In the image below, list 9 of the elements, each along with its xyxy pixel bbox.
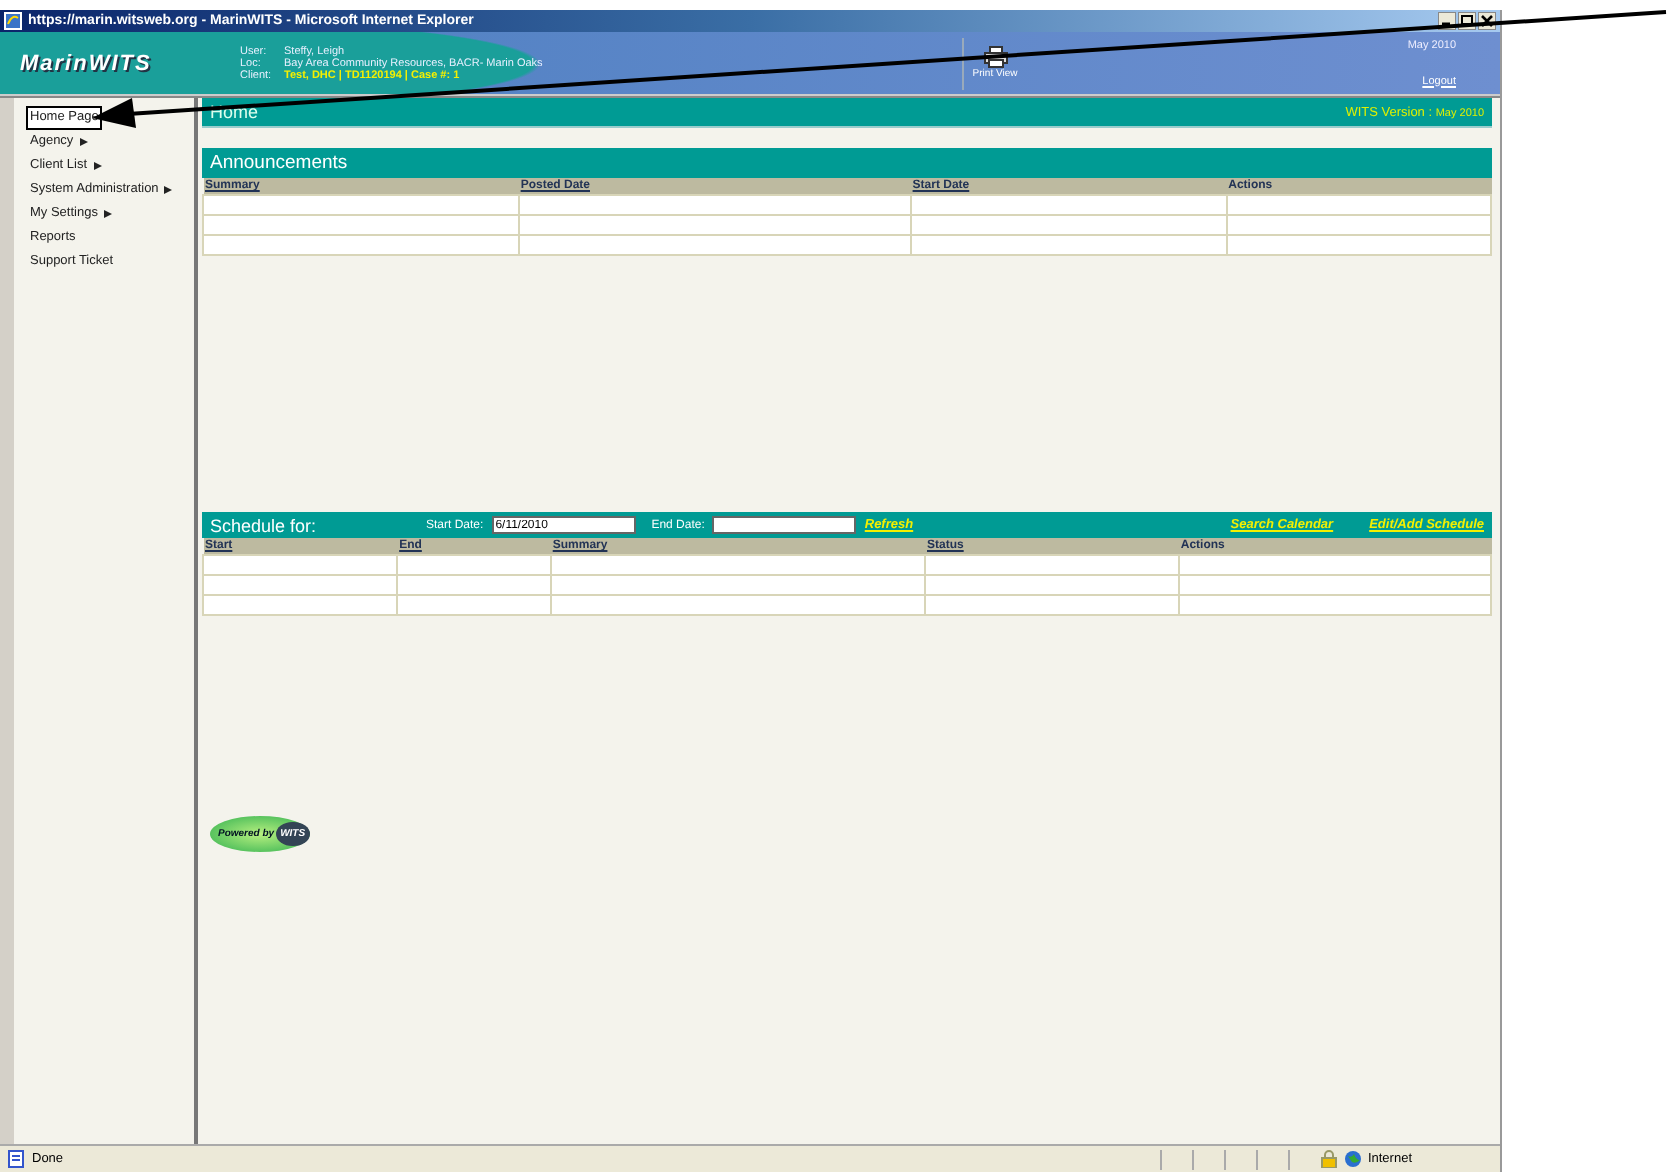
page-icon — [8, 1150, 26, 1168]
section-title: Announcements — [210, 152, 348, 174]
lock-icon — [1319, 1150, 1338, 1168]
globe-icon — [1343, 1150, 1362, 1168]
section-title: Schedule for: — [210, 515, 319, 535]
date-field[interactable] — [712, 516, 857, 534]
printer-icon[interactable] — [983, 46, 1007, 68]
app-logo: MarinWITS — [20, 51, 154, 75]
browser-icon — [4, 12, 22, 30]
